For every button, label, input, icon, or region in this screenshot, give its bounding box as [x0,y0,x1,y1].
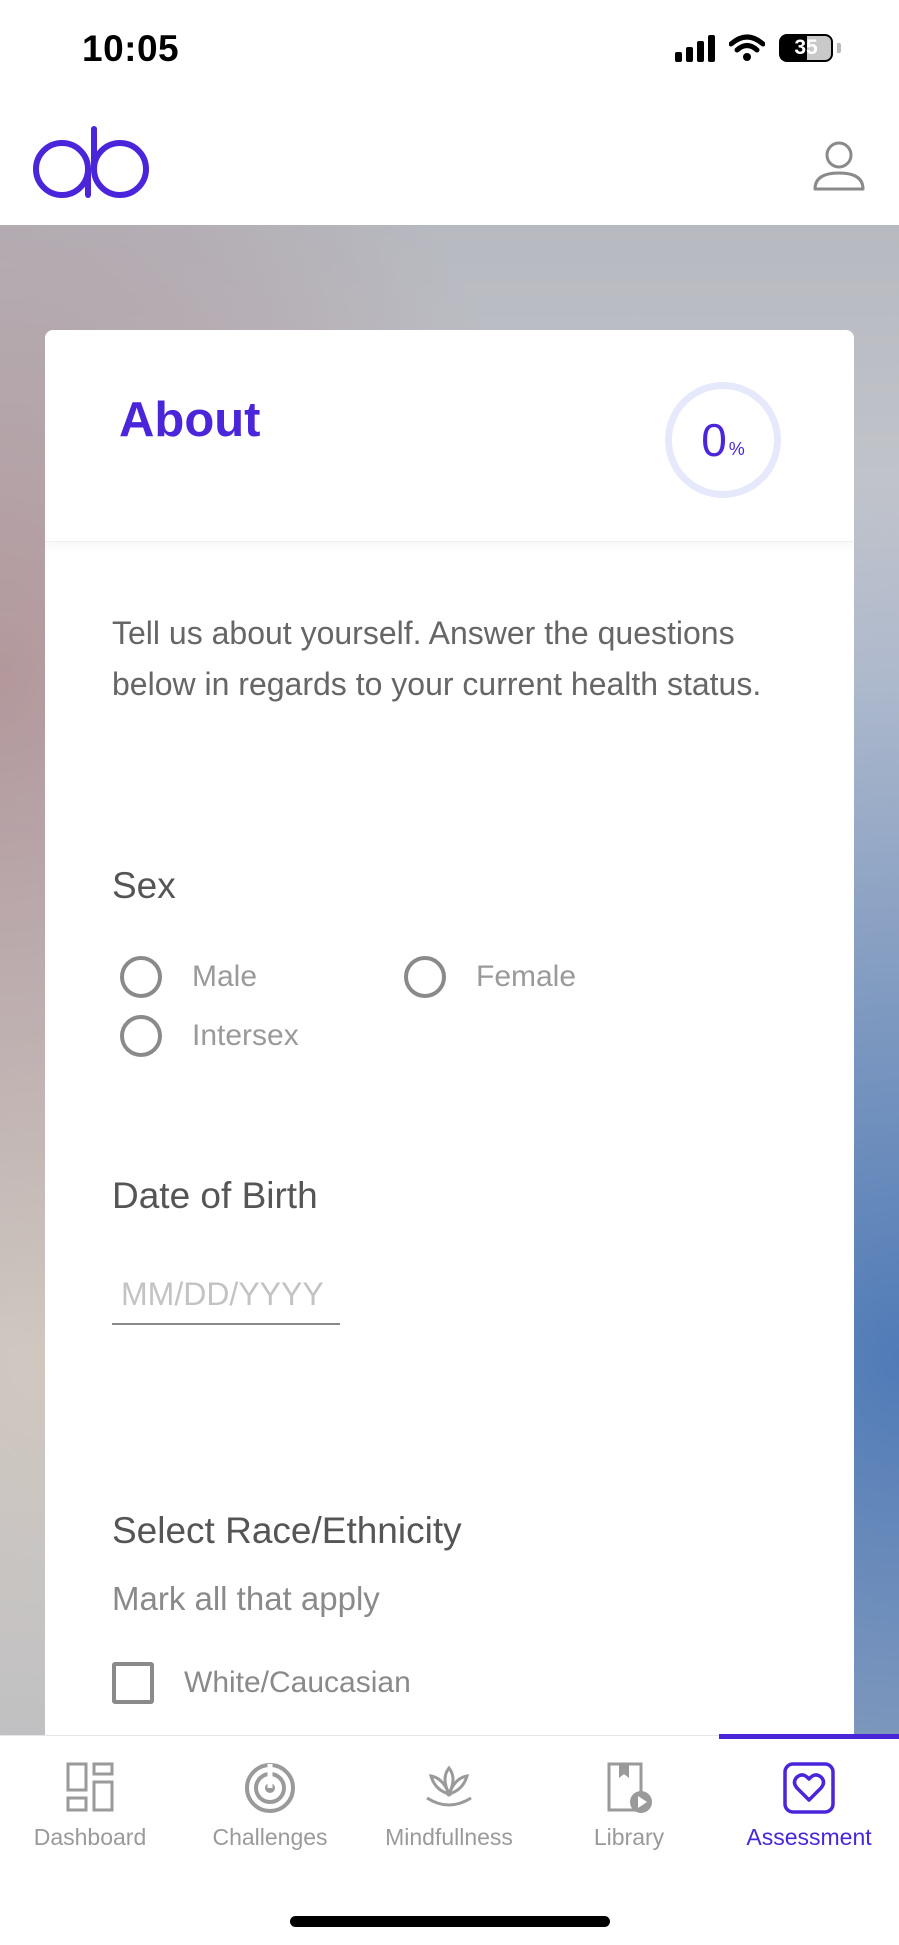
nav-label: Assessment [746,1824,872,1850]
progress-ring: 0 % [665,382,781,498]
nav-label: Mindfullness [385,1824,513,1850]
radio-intersex[interactable]: Intersex [120,1015,299,1057]
lotus-icon [426,1765,472,1807]
radio-circle[interactable] [120,956,162,998]
nav-label: Dashboard [33,1824,147,1850]
checkbox[interactable] [112,1662,154,1704]
radio-circle[interactable] [404,956,446,998]
nav-dashboard[interactable]: Dashboard [0,1736,180,1856]
dob-input[interactable] [112,1265,340,1323]
nav-label: Library [593,1824,665,1850]
battery-icon: 35 [779,34,833,62]
nav-label: Challenges [212,1824,328,1850]
radio-male[interactable]: Male [120,956,257,998]
nav-library[interactable]: Library [539,1736,719,1856]
radio-label: Male [192,960,258,993]
signal-icon [675,34,715,62]
heart-icon [783,1762,835,1814]
status-time: 10:05 [82,28,180,69]
dashboard-icon [66,1762,114,1812]
app-header [0,105,899,225]
race-hint: Mark all that apply [112,1580,380,1617]
radio-label: Female [476,960,577,993]
dob-field[interactable] [112,1265,340,1325]
page-title: About [119,393,261,447]
nav-mindfullness[interactable]: Mindfullness [359,1736,539,1856]
logo-icon[interactable] [30,123,154,207]
battery-level: 35 [794,36,818,59]
battery-tip [837,43,841,53]
sex-label: Sex [112,865,176,906]
challenges-icon [245,1763,295,1813]
intro-text: Tell us about yourself. Answer the quest… [112,615,762,702]
profile-icon[interactable] [809,135,869,195]
progress-value: 0 [701,414,727,466]
nav-challenges[interactable]: Challenges [180,1736,360,1856]
card-header: About 0 % [45,330,854,542]
dob-label: Date of Birth [112,1175,318,1216]
status-icons: 35 [675,34,841,62]
library-icon [607,1762,652,1813]
progress-unit: % [728,438,745,459]
wifi-icon [729,34,765,61]
assessment-card: About 0 % Tell us about yourself. Answer… [45,330,854,1740]
nav-assessment[interactable]: Assessment [719,1736,899,1856]
radio-label: Intersex [192,1019,299,1052]
radio-female[interactable]: Female [404,956,576,998]
status-bar: 10:05 35 [0,0,899,105]
checkbox-label: White/Caucasian [184,1666,411,1699]
home-indicator [290,1916,610,1927]
bottom-nav: Dashboard Challenges Mindfullness Librar… [0,1734,899,1945]
radio-circle[interactable] [120,1015,162,1057]
checkbox-white-caucasian[interactable]: White/Caucasian [112,1662,411,1704]
race-label: Select Race/Ethnicity [112,1510,462,1551]
